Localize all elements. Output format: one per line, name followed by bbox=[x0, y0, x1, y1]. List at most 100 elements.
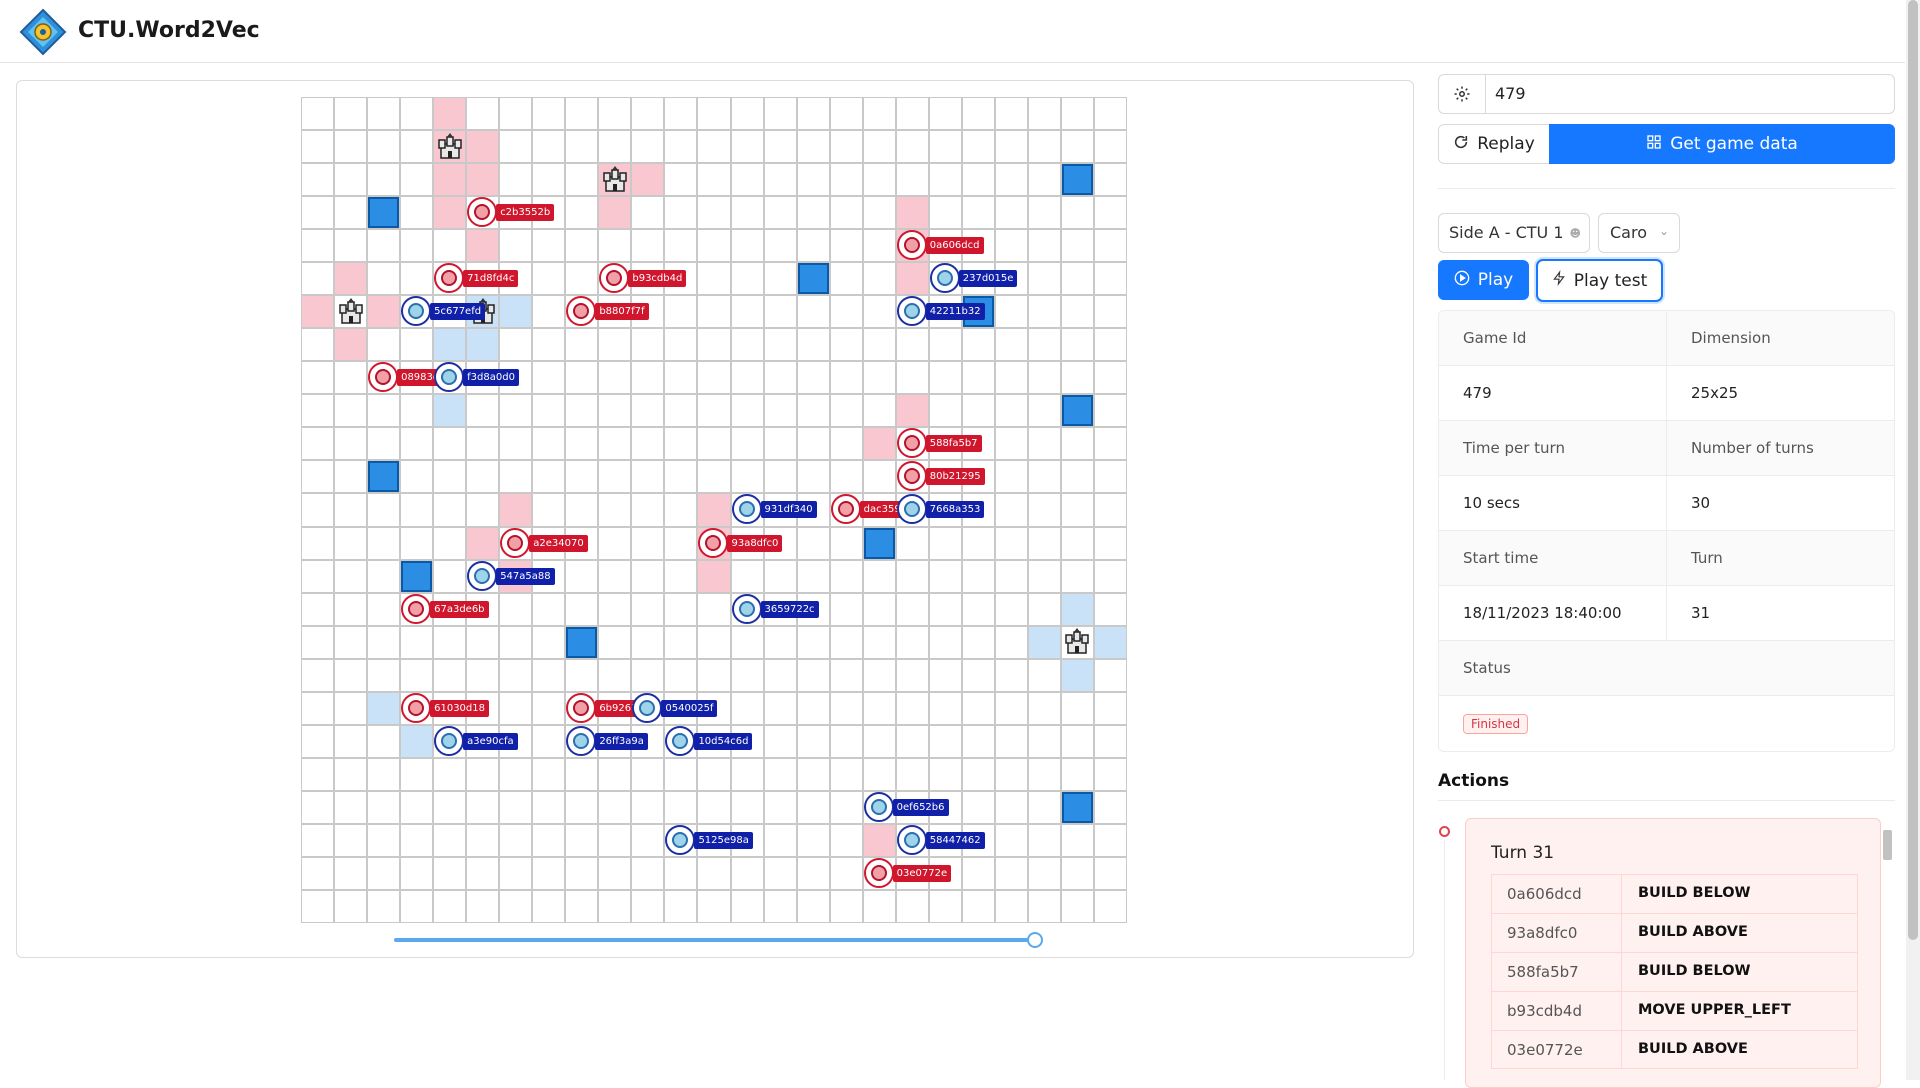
board-cell[interactable] bbox=[928, 691, 962, 725]
blue-agent-icon[interactable] bbox=[731, 593, 762, 624]
board-cell[interactable] bbox=[499, 328, 533, 362]
board-cell[interactable] bbox=[994, 757, 1028, 791]
board-cell[interactable] bbox=[862, 625, 896, 659]
mode-select[interactable]: Caro ⌄ bbox=[1598, 213, 1680, 253]
board-cell[interactable] bbox=[862, 97, 896, 131]
board-cell[interactable] bbox=[829, 97, 863, 131]
board-cell[interactable] bbox=[400, 130, 434, 164]
board-cell[interactable] bbox=[400, 526, 434, 560]
board-cell[interactable] bbox=[730, 130, 764, 164]
board-cell[interactable] bbox=[631, 658, 665, 692]
board-cell[interactable] bbox=[961, 97, 995, 131]
board-cell[interactable] bbox=[598, 790, 632, 824]
board-cell[interactable] bbox=[400, 790, 434, 824]
board-cell[interactable] bbox=[895, 757, 929, 791]
board-cell[interactable] bbox=[1060, 658, 1094, 692]
board-cell[interactable] bbox=[301, 394, 335, 428]
board-cell[interactable] bbox=[994, 658, 1028, 692]
board-cell[interactable] bbox=[730, 757, 764, 791]
board-cell[interactable] bbox=[1093, 625, 1127, 659]
board-cell[interactable] bbox=[301, 592, 335, 626]
board-cell[interactable] bbox=[598, 361, 632, 395]
board-cell[interactable] bbox=[499, 889, 533, 923]
board-cell[interactable] bbox=[532, 856, 566, 890]
board-cell[interactable] bbox=[730, 196, 764, 230]
blue-agent-icon[interactable] bbox=[731, 494, 762, 525]
board-cell[interactable] bbox=[565, 856, 599, 890]
board-cell[interactable] bbox=[301, 790, 335, 824]
board-cell[interactable] bbox=[466, 460, 500, 494]
board-cell[interactable] bbox=[334, 658, 368, 692]
board-cell[interactable] bbox=[796, 229, 830, 263]
board-cell[interactable] bbox=[730, 394, 764, 428]
board-cell[interactable] bbox=[334, 856, 368, 890]
board-cell[interactable] bbox=[928, 724, 962, 758]
board-cell[interactable] bbox=[532, 460, 566, 494]
board-cell[interactable] bbox=[730, 658, 764, 692]
board-cell[interactable] bbox=[664, 889, 698, 923]
board-cell[interactable] bbox=[994, 163, 1028, 197]
board-cell[interactable] bbox=[1060, 592, 1094, 626]
board-cell[interactable] bbox=[862, 361, 896, 395]
board-cell[interactable] bbox=[532, 328, 566, 362]
board-cell[interactable] bbox=[796, 757, 830, 791]
board-cell[interactable] bbox=[961, 163, 995, 197]
board-cell[interactable] bbox=[367, 163, 401, 197]
board-cell[interactable] bbox=[1093, 559, 1127, 593]
board-cell[interactable] bbox=[796, 295, 830, 329]
board-cell[interactable] bbox=[928, 559, 962, 593]
board-cell[interactable] bbox=[664, 493, 698, 527]
board-cell[interactable] bbox=[565, 196, 599, 230]
board-cell[interactable] bbox=[829, 625, 863, 659]
board-cell[interactable] bbox=[1027, 625, 1061, 659]
board-cell[interactable] bbox=[1027, 163, 1061, 197]
board-cell[interactable] bbox=[730, 328, 764, 362]
board-cell[interactable] bbox=[928, 196, 962, 230]
board-cell[interactable] bbox=[1093, 493, 1127, 527]
board-cell[interactable] bbox=[367, 493, 401, 527]
board-cell[interactable] bbox=[1060, 724, 1094, 758]
board-cell[interactable] bbox=[301, 97, 335, 131]
board-cell[interactable] bbox=[466, 493, 500, 527]
board-cell[interactable] bbox=[796, 889, 830, 923]
board-cell[interactable] bbox=[301, 229, 335, 263]
board-cell[interactable] bbox=[466, 856, 500, 890]
board-cell[interactable] bbox=[829, 361, 863, 395]
board-cell[interactable] bbox=[1060, 889, 1094, 923]
board-cell[interactable] bbox=[631, 361, 665, 395]
board-cell[interactable] bbox=[697, 460, 731, 494]
board-cell[interactable] bbox=[730, 427, 764, 461]
board-cell[interactable] bbox=[1093, 361, 1127, 395]
board-cell[interactable] bbox=[763, 757, 797, 791]
board-cell[interactable] bbox=[301, 262, 335, 296]
board-cell[interactable] bbox=[565, 559, 599, 593]
blue-agent-icon[interactable] bbox=[434, 725, 465, 756]
board-cell[interactable] bbox=[1093, 724, 1127, 758]
board-cell[interactable] bbox=[598, 493, 632, 527]
board-cell[interactable] bbox=[367, 889, 401, 923]
board-cell[interactable] bbox=[499, 592, 533, 626]
board-cell[interactable] bbox=[1093, 394, 1127, 428]
board-cell[interactable] bbox=[796, 559, 830, 593]
board-cell[interactable] bbox=[301, 757, 335, 791]
board-cell[interactable] bbox=[367, 295, 401, 329]
board-cell[interactable] bbox=[334, 163, 368, 197]
board-cell[interactable] bbox=[301, 295, 335, 329]
board-cell[interactable] bbox=[598, 658, 632, 692]
board-cell[interactable] bbox=[697, 196, 731, 230]
board-cell[interactable] bbox=[862, 460, 896, 494]
board-cell[interactable] bbox=[565, 394, 599, 428]
board-cell[interactable] bbox=[367, 724, 401, 758]
board-cell[interactable] bbox=[994, 97, 1028, 131]
red-agent-icon[interactable] bbox=[401, 593, 432, 624]
board-cell[interactable] bbox=[697, 163, 731, 197]
board-cell[interactable] bbox=[631, 889, 665, 923]
board-cell[interactable] bbox=[301, 559, 335, 593]
board-cell[interactable] bbox=[862, 691, 896, 725]
board-cell[interactable] bbox=[301, 691, 335, 725]
board-cell[interactable] bbox=[400, 262, 434, 296]
board-cell[interactable] bbox=[730, 625, 764, 659]
board-cell[interactable] bbox=[1027, 196, 1061, 230]
board-cell[interactable] bbox=[1027, 460, 1061, 494]
board-cell[interactable] bbox=[433, 394, 467, 428]
